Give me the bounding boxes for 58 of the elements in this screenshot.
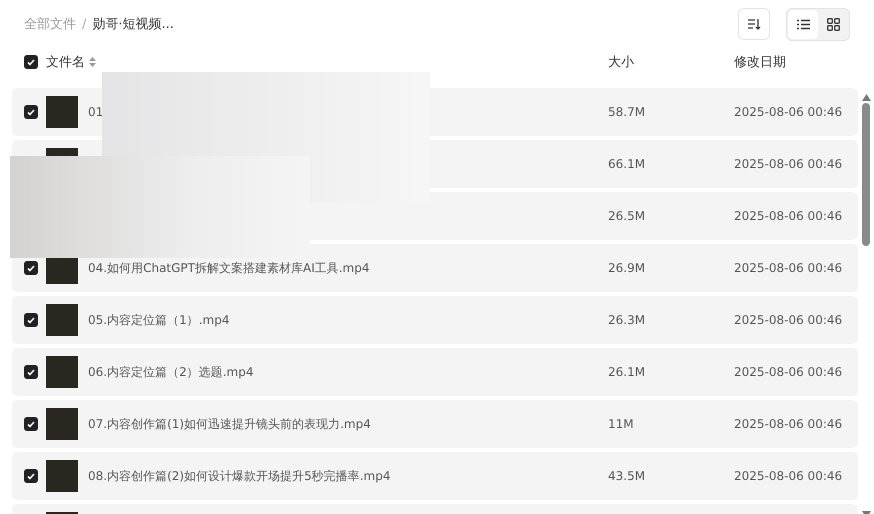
row-checkbox[interactable] bbox=[24, 365, 38, 379]
file-name: 01 bbox=[88, 105, 104, 119]
file-name: 08.内容创作篇(2)如何设计爆款开场提升5秒完播率.mp4 bbox=[88, 468, 392, 484]
video-thumbnail bbox=[46, 408, 78, 440]
file-row[interactable]: 07.内容创作篇(1)如何迅速提升镜头前的表现力.mp4 11M 2025-08-06 00:46 bbox=[12, 400, 858, 448]
breadcrumb-separator: / bbox=[82, 16, 86, 32]
row-checkbox[interactable] bbox=[24, 417, 38, 431]
sort-icon bbox=[747, 17, 761, 31]
sort-button[interactable] bbox=[738, 8, 770, 40]
row-checkbox[interactable] bbox=[24, 261, 38, 275]
checkmark-icon bbox=[27, 264, 35, 272]
file-name: 05.内容定位篇（1）.mp4 bbox=[88, 312, 230, 328]
file-name: 06.内容定位篇（2）选题.mp4 bbox=[88, 364, 254, 380]
column-header[interactable]: 文件名 bbox=[46, 53, 85, 71]
checkmark-icon bbox=[27, 368, 35, 376]
file-size: 26.1M bbox=[608, 365, 646, 379]
video-thumbnail bbox=[46, 460, 78, 492]
file-row[interactable]: 06.内容定位篇（2）选题.mp4 26.1M 2025-08-06 00:46 bbox=[12, 348, 858, 396]
modified-date: 2025-08-06 00:46 bbox=[734, 417, 844, 431]
scroll-up-icon[interactable] bbox=[862, 94, 870, 101]
modified-date: 2025-08-06 00:46 bbox=[734, 313, 844, 327]
video-thumbnail bbox=[46, 356, 78, 388]
file-row[interactable]: 08.内容创作篇(2)如何设计爆款开场提升5秒完播率.mp4 43.5M 2025-08-06 00:46 bbox=[12, 452, 858, 500]
checkmark-icon bbox=[27, 58, 35, 66]
modified-date: 2025-08-06 00:46 bbox=[734, 365, 844, 379]
file-row[interactable]: 05.内容定位篇（1）.mp4 26.3M 2025-08-06 00:46 bbox=[12, 296, 858, 344]
scrollbar-thumb[interactable] bbox=[862, 103, 870, 246]
grid-icon bbox=[826, 18, 840, 30]
select-all-checkbox[interactable] bbox=[24, 55, 38, 69]
modified-date: 2025-08-06 00:46 bbox=[734, 157, 844, 171]
modified-date: 2025-08-06 00:46 bbox=[734, 469, 844, 483]
file-size: 58.7M bbox=[608, 105, 646, 119]
row-checkbox[interactable] bbox=[24, 469, 38, 483]
list-icon bbox=[796, 18, 810, 30]
list-view-button[interactable] bbox=[788, 10, 818, 38]
checkmark-icon bbox=[27, 316, 35, 324]
file-size: 11M bbox=[608, 417, 635, 431]
row-checkbox[interactable] bbox=[24, 313, 38, 327]
file-size: 43.5M bbox=[608, 469, 646, 483]
modified-date: 2025-08-06 00:46 bbox=[734, 261, 844, 275]
checkmark-icon bbox=[27, 472, 35, 480]
column-header: 修改日期 bbox=[734, 54, 787, 71]
breadcrumb-item[interactable]: 勋哥·短视频... bbox=[92, 15, 174, 33]
row-checkbox[interactable] bbox=[24, 105, 38, 119]
column-header: 大小 bbox=[608, 54, 635, 71]
checkmark-icon bbox=[27, 420, 35, 428]
modified-date: 2025-08-06 00:46 bbox=[734, 209, 844, 223]
video-thumbnail bbox=[46, 304, 78, 336]
checkmark-icon bbox=[27, 108, 35, 116]
modified-date: 2025-08-06 00:46 bbox=[734, 105, 844, 119]
file-size: 26.9M bbox=[608, 261, 646, 275]
file-size: 26.3M bbox=[608, 313, 646, 327]
file-name: 04.如何用ChatGPT拆解文案搭建素材库AI工具.mp4 bbox=[88, 260, 370, 276]
file-name: 07.内容创作篇(1)如何迅速提升镜头前的表现力.mp4 bbox=[88, 416, 372, 432]
sort-arrows-icon[interactable] bbox=[89, 57, 96, 67]
file-size: 26.5M bbox=[608, 209, 646, 223]
file-size: 66.1M bbox=[608, 157, 646, 171]
video-thumbnail bbox=[46, 96, 78, 128]
